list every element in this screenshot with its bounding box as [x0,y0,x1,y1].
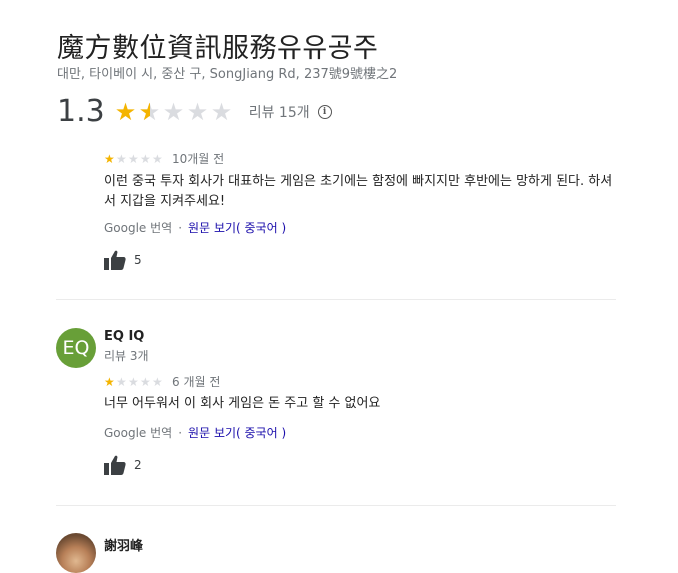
divider [56,299,616,300]
translated-by: Google 번역 [104,221,173,235]
star-empty-icon: ★ [186,97,209,126]
star-icon: ★ [104,374,115,389]
review-author[interactable]: 謝羽峰 [104,535,143,554]
star-empty-icon: ★ [162,97,185,126]
review-stars: ★ ★ ★ ★ ★ [104,153,164,165]
rating-value: 1.3 [57,94,105,129]
avatar[interactable]: EQ [56,328,96,368]
review-text: 이런 중국 투자 회사가 대표하는 게임은 초기에는 함정에 빠지지만 후반에는… [104,174,613,209]
divider [56,505,616,506]
star-empty-icon: ★ [116,151,127,166]
place-title: 魔方數位資訊服務유유공주 [57,33,379,64]
star-empty-icon: ★ [140,151,151,166]
review-author-meta[interactable]: 리뷰 3개 [104,347,149,364]
like-row: 2 [104,455,142,475]
view-original-link[interactable]: 원문 보기( 중국어 ) [188,221,286,235]
review-author[interactable]: EQ IQ [104,329,144,344]
thumbs-up-icon[interactable] [104,455,126,475]
separator: · [178,221,183,235]
like-row: 5 [104,250,142,270]
separator: · [178,426,183,440]
rating-stars: ★ ★ ★ ★ ★ [115,100,235,124]
rating-summary: 1.3 ★ ★ ★ ★ ★ 리뷰 15개 i [57,94,332,129]
review-text: 너무 어두워서 이 회사 게임은 돈 주고 할 수 없어요 [104,396,381,411]
info-icon[interactable]: i [317,104,332,119]
star-empty-icon: ★ [152,151,163,166]
like-count: 5 [134,253,142,267]
star-empty-icon: ★ [116,374,127,389]
review-count[interactable]: 리뷰 15개 [249,102,310,122]
translated-by: Google 번역 [104,426,173,440]
place-address: 대만, 타이베이 시, 중산 구, SongJiang Rd, 237號9號樓之… [57,67,398,82]
star-half-icon: ★ [139,100,163,124]
like-count: 2 [134,458,142,472]
review-rating: ★ ★ ★ ★ ★ 6 개월 전 [104,373,220,390]
review-time: 6 개월 전 [172,375,221,389]
star-empty-icon: ★ [152,374,163,389]
review-time: 10개월 전 [172,152,225,166]
view-original-link[interactable]: 원문 보기( 중국어 ) [188,426,286,440]
review-rating: ★ ★ ★ ★ ★ 10개월 전 [104,150,224,167]
avatar[interactable] [56,533,96,573]
star-icon: ★ [104,151,115,166]
translation-line: Google 번역 · 원문 보기( 중국어 ) [104,424,286,441]
star-icon: ★ [114,97,137,126]
translation-line: Google 번역 · 원문 보기( 중국어 ) [104,219,286,236]
star-empty-icon: ★ [128,151,139,166]
star-empty-icon: ★ [210,97,233,126]
review-stars: ★ ★ ★ ★ ★ [104,376,164,388]
star-empty-icon: ★ [128,374,139,389]
star-empty-icon: ★ [140,374,151,389]
thumbs-up-icon[interactable] [104,250,126,270]
